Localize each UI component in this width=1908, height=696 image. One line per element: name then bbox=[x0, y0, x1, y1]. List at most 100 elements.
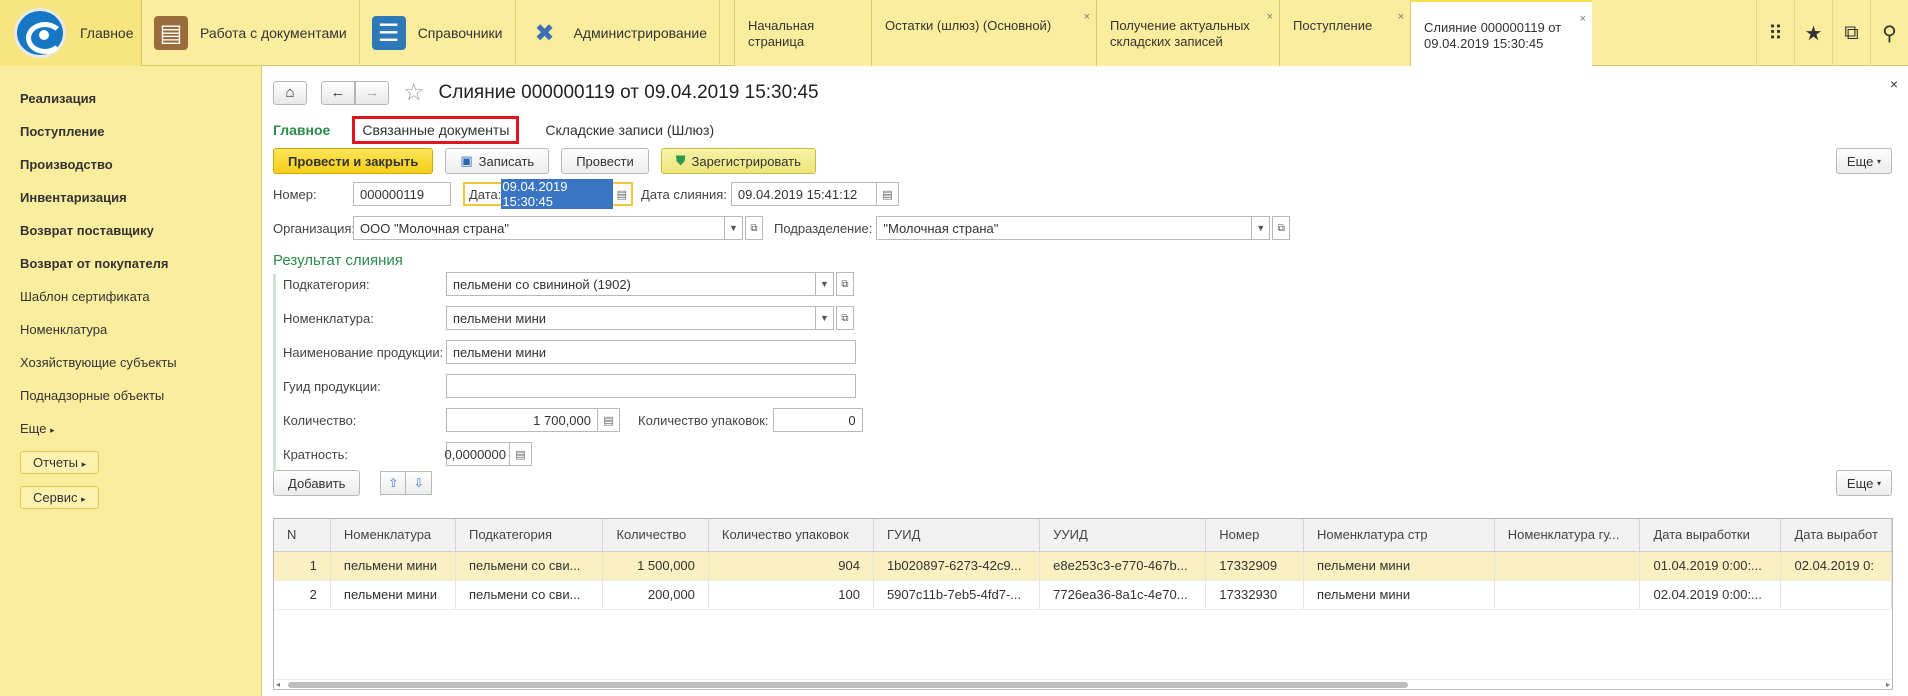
division-field[interactable]: "Молочная страна" bbox=[876, 216, 1253, 240]
calculator-icon[interactable]: ▤ bbox=[510, 442, 532, 466]
table-cell: 17332930 bbox=[1205, 580, 1305, 610]
calendar-icon[interactable]: ▤ bbox=[876, 182, 899, 206]
calculator-icon[interactable]: ▤ bbox=[598, 408, 620, 432]
column-header[interactable]: Подкатегория bbox=[455, 519, 604, 552]
close-icon[interactable]: × bbox=[1580, 11, 1586, 27]
tab-start-page[interactable]: Начальная страница bbox=[734, 0, 872, 66]
tab-receipt[interactable]: Поступление × bbox=[1279, 0, 1411, 66]
multiplicity-field[interactable]: 0,0000000 bbox=[445, 442, 510, 466]
table-row[interactable]: 2 пельмени мини пельмени со сви... 200,0… bbox=[274, 580, 1892, 610]
sidebar-item-receipt[interactable]: Поступление bbox=[0, 115, 261, 148]
subcategory-field[interactable]: пельмени со свининой (1902) bbox=[446, 272, 816, 296]
open-icon[interactable]: ⧉ bbox=[836, 272, 854, 296]
close-icon[interactable]: × bbox=[1084, 9, 1090, 25]
sidebar-item-inventory[interactable]: Инвентаризация bbox=[0, 181, 261, 214]
close-form-icon[interactable]: × bbox=[1890, 76, 1898, 92]
open-icon[interactable]: ⧉ bbox=[745, 216, 763, 240]
column-header[interactable]: Номенклатура bbox=[330, 519, 457, 552]
open-icon[interactable]: ⧉ bbox=[1272, 216, 1291, 240]
sidebar-item-business-entities[interactable]: Хозяйствующие субъекты bbox=[0, 346, 261, 379]
back-button[interactable]: ← bbox=[321, 80, 355, 105]
scroll-left-icon[interactable]: ◂ bbox=[276, 680, 280, 689]
favorite-star-icon[interactable]: ☆ bbox=[403, 78, 425, 107]
add-row-button[interactable]: Добавить bbox=[273, 470, 361, 496]
quantity-field[interactable]: 1 700,000 bbox=[446, 408, 598, 432]
link-gateway-records[interactable]: Складские записи (Шлюз) bbox=[545, 122, 714, 138]
apps-grid-icon[interactable]: ⠿ bbox=[1756, 0, 1794, 66]
multiplicity-label: Кратность: bbox=[283, 446, 348, 462]
subcategory-row: Подкатегория: пельмени со свининой (1902… bbox=[283, 272, 854, 296]
section-admin[interactable]: ✖ Администрирование bbox=[516, 0, 721, 66]
sidebar-item-nomenclature[interactable]: Номенклатура bbox=[0, 313, 261, 346]
tab-balances[interactable]: Остатки (шлюз) (Основной) × bbox=[871, 0, 1097, 66]
favorites-star-icon[interactable]: ★ bbox=[1794, 0, 1832, 66]
scrollbar-thumb[interactable] bbox=[288, 682, 1408, 688]
column-header[interactable]: Количество упаковок bbox=[708, 519, 874, 552]
service-button[interactable]: Сервис ▸ bbox=[20, 486, 99, 509]
table-row[interactable]: 1 пельмени мини пельмени со сви... 1 500… bbox=[274, 551, 1892, 581]
button-label: Провести bbox=[576, 153, 634, 169]
dropdown-icon[interactable]: ▼ bbox=[1252, 216, 1271, 240]
number-field[interactable]: 000000119 bbox=[353, 182, 451, 206]
post-button[interactable]: Провести bbox=[561, 148, 649, 174]
button-label: Добавить bbox=[288, 475, 346, 491]
button-label: Еще bbox=[1846, 153, 1874, 169]
dropdown-icon[interactable]: ▼ bbox=[816, 306, 834, 330]
home-section[interactable]: Главное bbox=[0, 0, 142, 66]
horizontal-scrollbar[interactable]: ◂ ▸ bbox=[274, 679, 1892, 689]
organization-field[interactable]: ООО "Молочная страна" bbox=[353, 216, 725, 240]
section-reference[interactable]: ☰ Справочники bbox=[360, 0, 516, 66]
scroll-right-icon[interactable]: ▸ bbox=[1886, 680, 1890, 689]
sidebar-item-production[interactable]: Производство bbox=[0, 148, 261, 181]
sidebar-item-sales[interactable]: Реализация bbox=[0, 82, 261, 115]
column-header[interactable]: Количество bbox=[602, 519, 709, 552]
link-related-documents[interactable]: Связанные документы bbox=[352, 116, 520, 144]
table-cell: 7726ea36-8a1c-4e70... bbox=[1039, 580, 1207, 610]
more-button[interactable]: Еще ▾ bbox=[1835, 148, 1892, 174]
search-icon[interactable]: ⚲ bbox=[1870, 0, 1908, 66]
reports-button[interactable]: Отчеты ▸ bbox=[20, 451, 100, 474]
move-down-button[interactable]: ⇩ bbox=[406, 471, 433, 495]
history-icon[interactable]: ⧉ bbox=[1832, 0, 1870, 66]
column-header[interactable]: N bbox=[274, 519, 331, 552]
tab-get-records[interactable]: Получение актуальных складских записей × bbox=[1096, 0, 1280, 66]
post-and-close-button[interactable]: Провести и закрыть bbox=[273, 148, 434, 174]
sidebar-item-supervised-objects[interactable]: Поднадзорные объекты bbox=[0, 379, 261, 412]
open-icon[interactable]: ⧉ bbox=[836, 306, 854, 330]
column-header[interactable]: Номенклатура стр bbox=[1303, 519, 1495, 552]
date-field[interactable]: 09.04.2019 15:30:45 bbox=[501, 179, 613, 209]
table-cell: 100 bbox=[708, 580, 874, 610]
column-header[interactable]: Номенклатура гу... bbox=[1494, 519, 1641, 552]
column-header[interactable]: Дата выработки bbox=[1639, 519, 1782, 552]
close-icon[interactable]: × bbox=[1267, 9, 1273, 25]
register-button[interactable]: ⛊ Зарегистрировать bbox=[660, 148, 816, 174]
column-header[interactable]: ГУИД bbox=[873, 519, 1041, 552]
sidebar-item-return-supplier[interactable]: Возврат поставщику bbox=[0, 214, 261, 247]
column-header[interactable]: Номер bbox=[1205, 519, 1305, 552]
forward-button[interactable]: → bbox=[355, 80, 389, 105]
grid-more-button[interactable]: Еще ▾ bbox=[1835, 470, 1892, 496]
arrow-left-icon: ← bbox=[330, 84, 346, 101]
column-header[interactable]: Дата выработ bbox=[1780, 519, 1892, 552]
table-cell bbox=[1494, 551, 1641, 581]
link-main[interactable]: Главное bbox=[273, 122, 330, 138]
close-icon[interactable]: × bbox=[1398, 9, 1404, 25]
sidebar-item-more[interactable]: Еще ▸ bbox=[0, 412, 261, 445]
sidebar-item-certificate-template[interactable]: Шаблон сертификата bbox=[0, 280, 261, 313]
arrow-down-icon: ⇩ bbox=[413, 476, 424, 490]
packages-field[interactable]: 0 bbox=[772, 408, 863, 432]
tab-merge[interactable]: Слияние 000000119 от 09.04.2019 15:30:45… bbox=[1410, 0, 1593, 66]
dropdown-icon[interactable]: ▼ bbox=[816, 272, 834, 296]
home-button[interactable]: ⌂ bbox=[273, 80, 307, 105]
sidebar-item-return-customer[interactable]: Возврат от покупателя bbox=[0, 247, 261, 280]
section-documents[interactable]: ▤ Работа с документами bbox=[142, 0, 360, 66]
nomenclature-field[interactable]: пельмени мини bbox=[446, 306, 816, 330]
merge-date-field[interactable]: 09.04.2019 15:41:12 bbox=[730, 182, 877, 206]
guid-field[interactable] bbox=[446, 374, 856, 398]
save-button[interactable]: ▣ Записать bbox=[445, 148, 550, 174]
column-header[interactable]: УУИД bbox=[1039, 519, 1207, 552]
product-name-field[interactable]: пельмени мини bbox=[446, 340, 856, 364]
calendar-icon[interactable]: ▤ bbox=[613, 188, 631, 201]
dropdown-icon[interactable]: ▼ bbox=[725, 216, 743, 240]
move-up-button[interactable]: ⇧ bbox=[380, 471, 407, 495]
